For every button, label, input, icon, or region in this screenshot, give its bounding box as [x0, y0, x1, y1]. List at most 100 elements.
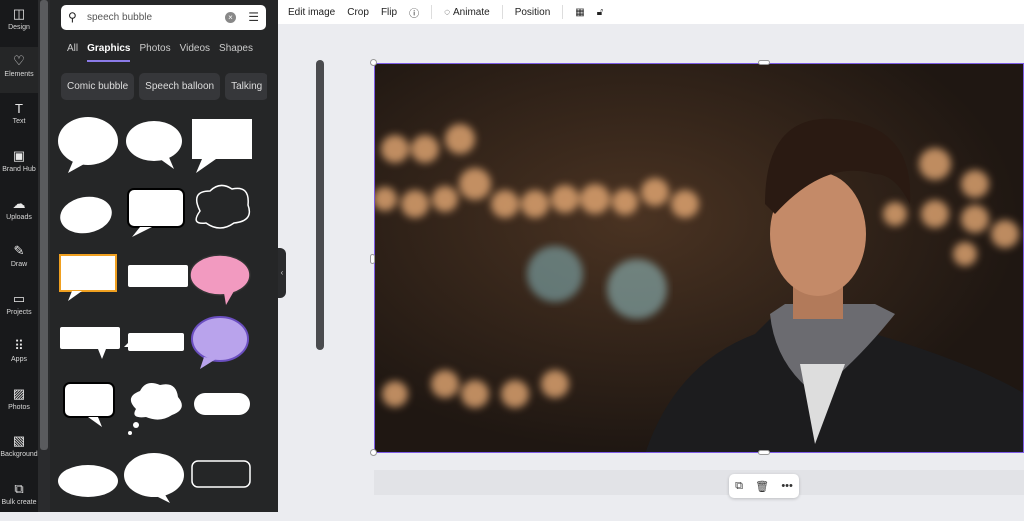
rail-item-design[interactable]: ◫ Design: [0, 0, 38, 46]
speech-bubble-graphic[interactable]: [124, 313, 188, 373]
lock-icon[interactable]: 🔓︎: [597, 7, 603, 18]
suggestion-chip[interactable]: Talking: [225, 73, 267, 100]
shapes-icon: ♡: [13, 53, 25, 68]
editor-toolbar: Edit image Crop Flip ⓘ ◌ Animate Positio…: [278, 0, 1024, 24]
transparency-icon[interactable]: ▦: [575, 7, 584, 18]
collapse-panel-button[interactable]: ‹: [278, 248, 286, 298]
resize-handle[interactable]: [370, 254, 375, 264]
tab-graphics[interactable]: Graphics: [87, 43, 131, 62]
bokeh-light: [461, 380, 489, 408]
edit-image-button[interactable]: Edit image: [288, 7, 335, 18]
bokeh-light: [381, 135, 409, 163]
speech-bubble-graphic[interactable]: [58, 445, 122, 505]
bokeh-light: [961, 170, 989, 198]
bokeh-light: [541, 370, 569, 398]
search-value[interactable]: speech bubble: [87, 12, 152, 23]
trash-icon[interactable]: 🗑︎: [755, 480, 769, 493]
speech-bubble-graphic[interactable]: [58, 181, 122, 241]
photo-content: [375, 118, 1023, 452]
rail-scrollbar[interactable]: [38, 0, 50, 512]
rail-item-elements[interactable]: ♡ Elements: [0, 47, 38, 93]
rail-item-apps[interactable]: ⠿ Apps: [0, 332, 38, 378]
rail-item-photos[interactable]: ▨ Photos: [0, 380, 38, 426]
rail-item-background[interactable]: ▧ Background: [0, 427, 38, 473]
rail-label: Design: [8, 24, 30, 31]
bokeh-light: [501, 380, 529, 408]
speech-bubble-graphic[interactable]: [58, 115, 122, 175]
speech-bubble-graphic[interactable]: [190, 115, 254, 175]
rail-item-text[interactable]: T Text: [0, 95, 38, 141]
search-icon: ⚲: [68, 10, 77, 24]
side-rail: ◫ Design ♡ Elements T Text ▣ Brand Hub ☁ Uploads ✎…: [0, 0, 38, 512]
filter-icon[interactable]: ☰: [248, 5, 259, 30]
tab-shapes[interactable]: Shapes: [219, 43, 253, 62]
apps-grid-icon: ⠿: [14, 338, 24, 353]
resize-handle[interactable]: [758, 450, 770, 455]
tab-videos[interactable]: Videos: [180, 43, 210, 62]
bokeh-light: [445, 124, 475, 154]
bokeh-light: [411, 135, 439, 163]
rail-label: Bulk create: [1, 499, 37, 506]
resize-handle[interactable]: [370, 449, 377, 456]
brand-icon: ▣: [12, 148, 26, 163]
speech-bubble-graphic[interactable]: [58, 247, 122, 307]
elements-panel: ⚲ speech bubble × ☰ All Graphics Photos Vid…: [50, 0, 324, 512]
rail-label: Background: [0, 451, 38, 458]
flip-button[interactable]: Flip: [381, 7, 397, 18]
clear-icon[interactable]: ×: [225, 12, 236, 23]
bokeh-light: [991, 220, 1019, 248]
position-button[interactable]: Position: [515, 7, 551, 18]
rail-item-brand-hub[interactable]: ▣ Brand Hub: [0, 142, 38, 188]
speech-bubble-graphic[interactable]: [190, 313, 254, 373]
speech-bubble-graphic[interactable]: [190, 379, 254, 439]
speech-bubble-graphic[interactable]: [124, 379, 188, 439]
rail-item-draw[interactable]: ✎ Draw: [0, 237, 38, 283]
bulk-icon: ⧉: [14, 481, 24, 496]
speech-bubble-graphic[interactable]: [58, 313, 122, 373]
bokeh-light: [432, 186, 458, 212]
layout-icon: ◫: [12, 6, 26, 21]
speech-bubble-graphic[interactable]: [190, 181, 254, 241]
tab-photos[interactable]: Photos: [139, 43, 170, 62]
bokeh-light: [671, 190, 699, 218]
page-strip: [374, 470, 1024, 495]
text-icon: T: [15, 101, 23, 116]
rail-item-projects[interactable]: ▭ Projects: [0, 285, 38, 331]
resize-handle[interactable]: [758, 60, 770, 65]
chips: Comic bubble Speech balloon Talking: [61, 73, 267, 100]
bokeh-light: [921, 200, 949, 228]
speech-bubble-graphic[interactable]: [124, 115, 188, 175]
bokeh-light: [521, 190, 549, 218]
speech-bubble-graphic[interactable]: [124, 445, 188, 505]
bokeh-light: [612, 189, 638, 215]
bokeh-light: [953, 242, 977, 266]
resize-handle[interactable]: [370, 59, 377, 66]
search-input[interactable]: ⚲ speech bubble × ☰: [61, 5, 266, 30]
rail-label: Photos: [8, 404, 30, 411]
image-icon: ▨: [12, 386, 26, 401]
bokeh-light: [919, 148, 951, 180]
pen-icon: ✎: [13, 243, 25, 258]
duplicate-icon[interactable]: ⧉: [735, 480, 743, 493]
speech-bubble-graphic[interactable]: [124, 247, 188, 307]
selected-photo[interactable]: [374, 63, 1024, 453]
animate-button[interactable]: Animate: [453, 7, 490, 18]
more-icon[interactable]: •••: [781, 480, 793, 492]
crop-button[interactable]: Crop: [347, 7, 369, 18]
rail-item-uploads[interactable]: ☁ Uploads: [0, 190, 38, 236]
panel-scrollbar[interactable]: [316, 60, 324, 350]
tab-all[interactable]: All: [67, 43, 78, 62]
rail-label: Projects: [6, 309, 32, 316]
rail-label: Elements: [4, 71, 34, 78]
rail-label: Brand Hub: [2, 166, 36, 173]
speech-bubble-graphic[interactable]: [190, 445, 254, 505]
folder-icon: ▭: [12, 291, 26, 306]
speech-bubble-graphic[interactable]: [58, 379, 122, 439]
suggestion-chip[interactable]: Speech balloon: [139, 73, 221, 100]
speech-bubble-graphic[interactable]: [189, 247, 254, 307]
bokeh-light: [551, 185, 579, 213]
rail-item-bulk-create[interactable]: ⧉ Bulk create: [0, 475, 38, 521]
suggestion-chip[interactable]: Comic bubble: [61, 73, 135, 100]
speech-bubble-graphic[interactable]: [124, 181, 188, 241]
info-icon[interactable]: ⓘ: [409, 5, 419, 20]
